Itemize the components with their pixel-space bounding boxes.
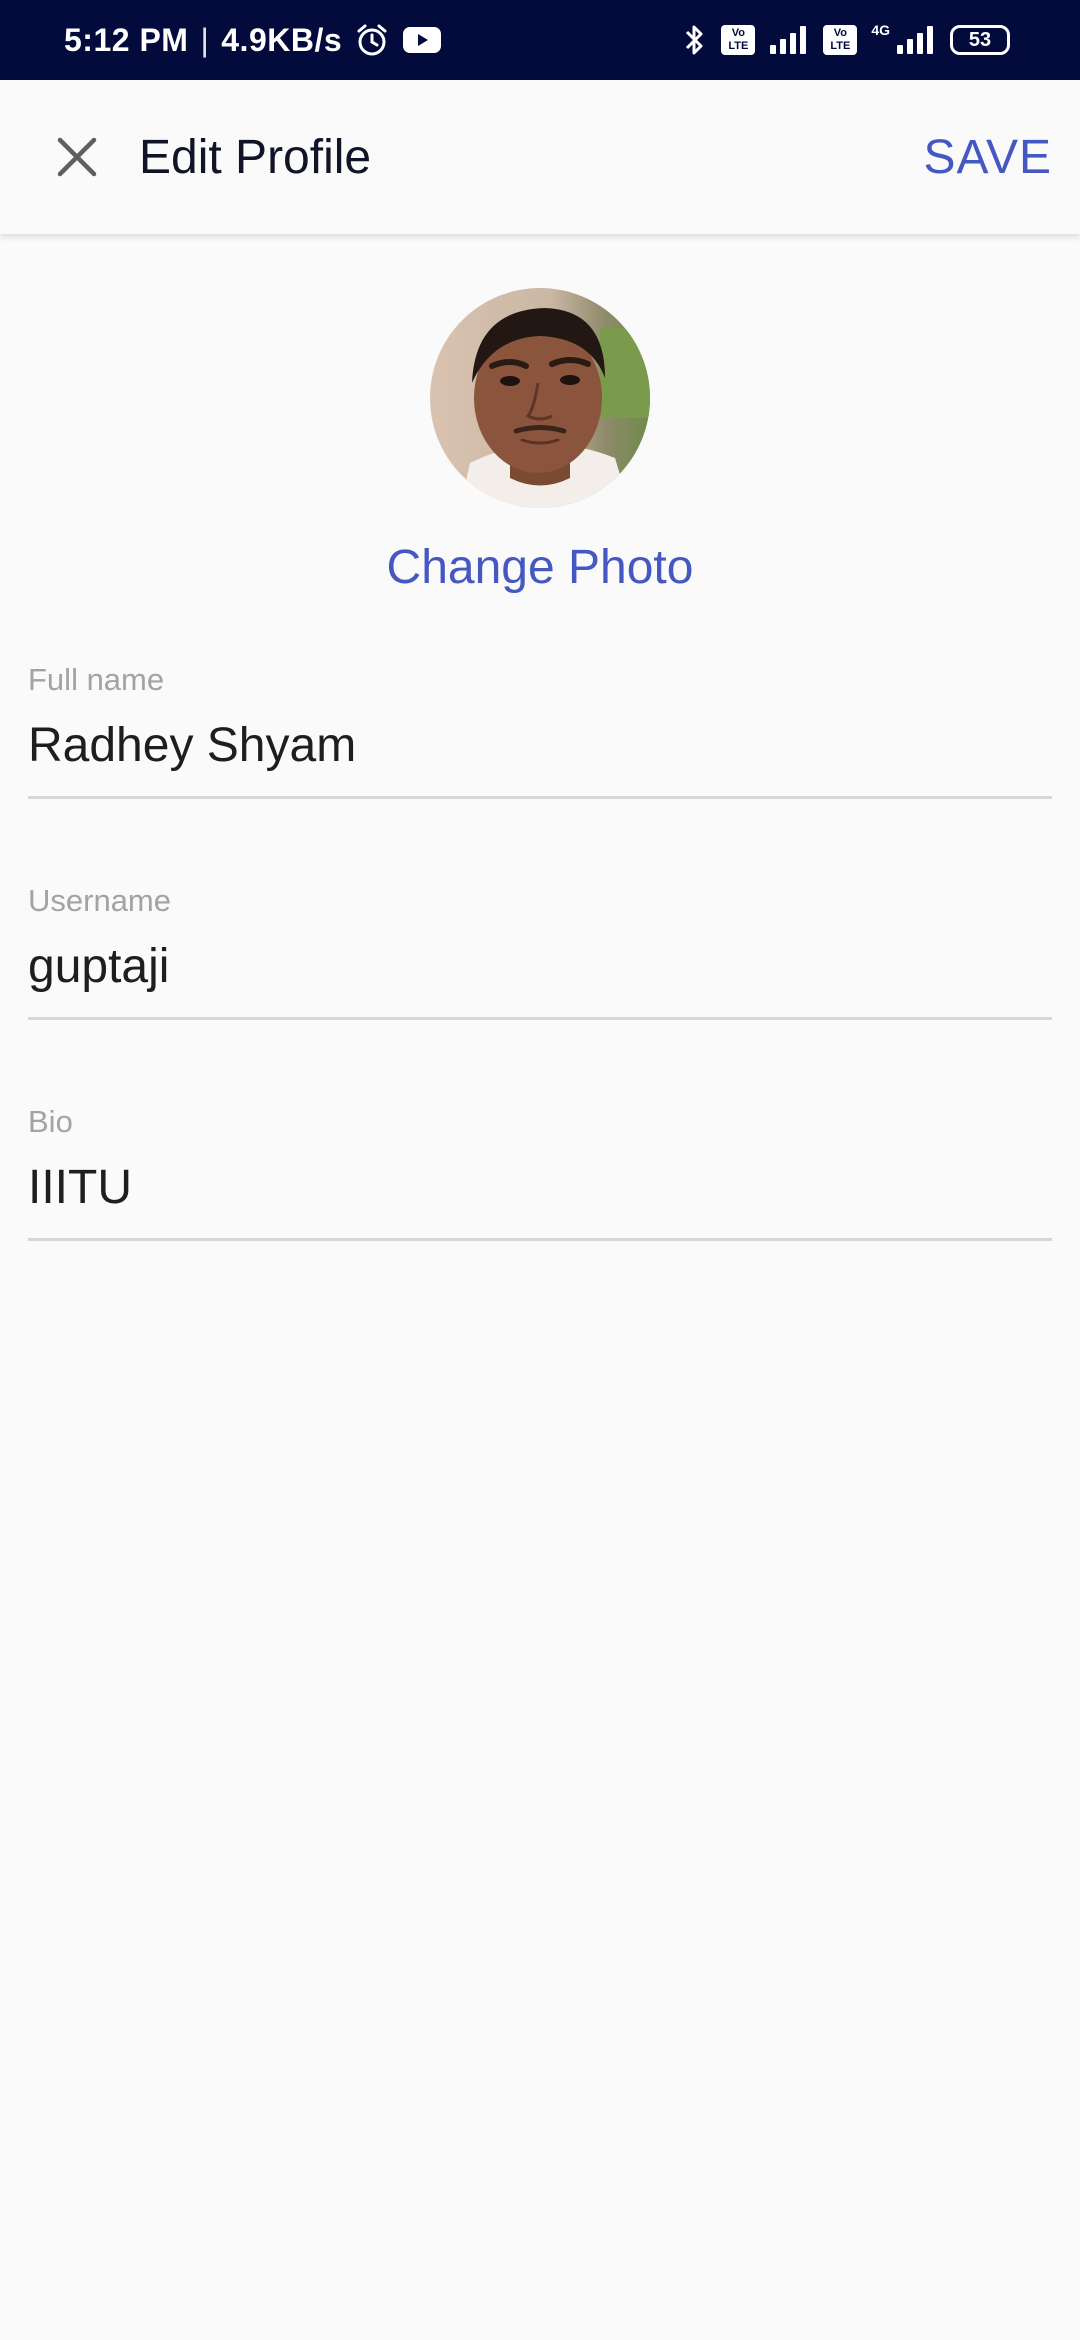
app-bar: Edit Profile SAVE xyxy=(0,80,1080,234)
status-time: 5:12 PM xyxy=(64,21,189,58)
username-underline xyxy=(28,1017,1052,1020)
bio-input[interactable] xyxy=(28,1152,1052,1222)
save-button[interactable]: SAVE xyxy=(924,80,1053,234)
bio-label: Bio xyxy=(28,1104,73,1139)
close-button[interactable] xyxy=(40,120,114,194)
volte-badge-2: Vo LTE xyxy=(823,25,858,55)
change-photo-button[interactable]: Change Photo xyxy=(0,540,1080,595)
status-network-speed: 4.9KB/s xyxy=(221,21,343,58)
bio-underline xyxy=(28,1238,1052,1241)
username-field: Username xyxy=(28,883,1052,1033)
volte-badge-1: Vo LTE xyxy=(721,25,756,55)
alarm-icon xyxy=(354,22,390,58)
bluetooth-icon xyxy=(681,22,707,58)
battery-icon: 53 xyxy=(950,25,1010,55)
volte-badge-2-text: Vo LTE xyxy=(830,27,851,52)
full-name-label: Full name xyxy=(28,662,165,697)
status-right: Vo LTE Vo LTE 4G 53 xyxy=(681,0,1010,80)
username-input[interactable] xyxy=(28,931,1052,1001)
signal-icon-2 xyxy=(896,25,936,55)
status-bar: 5:12 PM | 4.9KB/s Vo LTE Vo LTE 4G 53 xyxy=(0,0,1080,80)
page-title: Edit Profile xyxy=(139,130,372,184)
network-type-label: 4G xyxy=(871,22,890,38)
volte-badge-1-text: Vo LTE xyxy=(728,27,749,52)
battery-level: 53 xyxy=(968,28,992,51)
profile-photo xyxy=(430,288,650,508)
bio-field: Bio xyxy=(28,1104,1052,1254)
youtube-icon xyxy=(402,25,442,55)
full-name-input[interactable] xyxy=(28,710,1052,780)
signal-icon-1 xyxy=(769,25,809,55)
status-left: 5:12 PM | 4.9KB/s xyxy=(64,0,442,80)
full-name-underline xyxy=(28,796,1052,799)
status-separator: | xyxy=(200,21,210,58)
close-icon xyxy=(56,136,98,178)
avatar[interactable] xyxy=(430,288,650,508)
username-label: Username xyxy=(28,883,171,918)
full-name-field: Full name xyxy=(28,662,1052,812)
